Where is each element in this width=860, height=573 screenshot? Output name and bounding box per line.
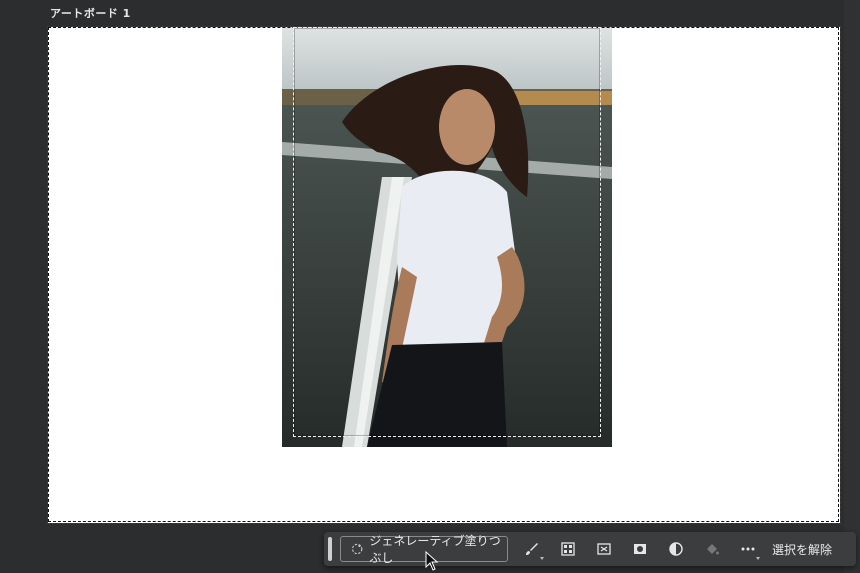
deselect-button[interactable]: 選択を解除: [772, 541, 832, 558]
photo-layer[interactable]: [282, 27, 612, 447]
transform-selection-button[interactable]: [586, 534, 622, 564]
chevron-down-icon: [540, 557, 544, 560]
toolbar-drag-handle[interactable]: [328, 537, 332, 561]
adjustment-icon: [669, 542, 683, 556]
more-icon: [741, 547, 755, 551]
brush-icon: [526, 543, 538, 555]
photo-illustration: [282, 27, 612, 447]
mask-button[interactable]: [622, 534, 658, 564]
fill-bucket-icon: [707, 544, 719, 555]
transform-icon: [597, 543, 611, 555]
more-options-button[interactable]: [730, 534, 766, 564]
artboard-title: アートボード 1: [50, 7, 131, 20]
generative-fill-button[interactable]: ジェネレーティブ塗りつぶし: [340, 534, 508, 565]
contextual-task-bar: ジェネレーティブ塗りつぶし 選択を解除: [324, 532, 856, 566]
mouse-cursor-icon: [425, 551, 439, 571]
adjustment-layer-button[interactable]: [658, 534, 694, 564]
mask-circle-icon: [634, 544, 646, 554]
chevron-down-icon: [756, 557, 760, 560]
mask-grid-icon: [561, 542, 575, 556]
select-subject-button[interactable]: [550, 534, 586, 564]
vertical-scrollbar[interactable]: [844, 0, 860, 573]
generative-fill-icon: [352, 543, 363, 555]
brush-button[interactable]: [514, 534, 550, 564]
fill-button[interactable]: [694, 534, 730, 564]
